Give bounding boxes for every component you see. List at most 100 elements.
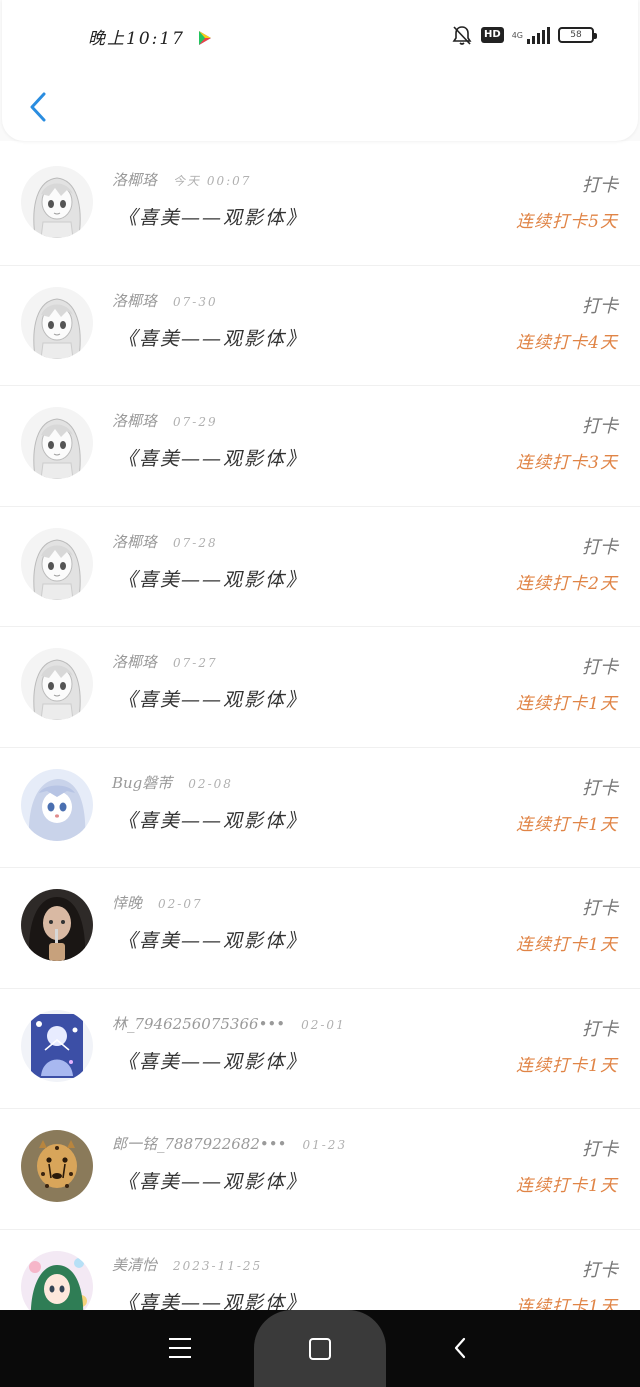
avatar-anime-green xyxy=(21,1250,93,1310)
author-name[interactable]: 洛椰珞 xyxy=(112,653,157,671)
author-line: 郎一铭_7887922682••• 01-23 xyxy=(112,1133,347,1154)
entry-title[interactable]: 《喜美——观影体》 xyxy=(118,685,307,712)
checkin-type-label: 打卡 xyxy=(582,536,618,558)
signal-icon xyxy=(527,26,550,44)
checkin-row[interactable]: 林_7946256075366••• 02-01 《喜美——观影体》 打卡连续打卡1天 xyxy=(0,989,640,1109)
avatar[interactable] xyxy=(21,286,93,359)
post-date: 07-28 xyxy=(173,535,218,550)
author-line: 悻晚 02-07 xyxy=(112,892,203,913)
checkin-type-label: 打卡 xyxy=(582,657,618,678)
avatar[interactable] xyxy=(21,648,93,720)
status-time: 晚上10:17 xyxy=(88,29,185,49)
checkin-row[interactable]: 洛椰珞 07-28 《喜美——观影体》 打卡连续打卡2天 xyxy=(0,507,640,627)
avatar[interactable] xyxy=(21,527,93,600)
author-name[interactable]: 洛椰珞 xyxy=(112,412,157,430)
checkin-row[interactable]: 郎一铭_7887922682••• 01-23 《喜美——观影体》 打卡连续打卡1天 xyxy=(0,1109,640,1230)
header-card: 晚上10:17 HD 4G 58 xyxy=(2,0,638,141)
author-line: 洛椰珞 今天 00:07 xyxy=(112,169,251,190)
battery-icon: 58 xyxy=(558,27,597,43)
avatar-sketch-girl xyxy=(21,286,93,359)
avatar[interactable] xyxy=(21,768,93,841)
author-name[interactable]: 美清怡 xyxy=(112,1256,157,1274)
menu-icon-line xyxy=(169,1356,191,1358)
network-label: 4G xyxy=(511,30,523,40)
streak-label: 连续打卡1天 xyxy=(516,935,618,955)
back-button[interactable] xyxy=(20,88,56,126)
author-name[interactable]: 洛椰珞 xyxy=(112,171,157,189)
post-date: 07-30 xyxy=(173,294,218,309)
checkin-type-label: 打卡 xyxy=(582,175,618,196)
avatar[interactable] xyxy=(21,1009,93,1082)
avatar[interactable] xyxy=(21,889,93,961)
checkin-row[interactable]: Bug磐芾 02-08 《喜美——观影体》 打卡 连续打卡1天 xyxy=(0,748,640,868)
author-line: 林_7946256075366••• 02-01 xyxy=(112,1013,346,1034)
avatar-anime-fantasy xyxy=(21,1009,93,1082)
streak-label: 连续打卡1天 xyxy=(516,814,618,835)
avatar-sketch-girl xyxy=(21,407,93,479)
checkin-type-label: 打卡 xyxy=(582,1259,618,1281)
post-date: 今天 00:07 xyxy=(173,174,252,188)
nav-back-button[interactable] xyxy=(440,1330,480,1366)
checkin-row[interactable]: 洛椰珞 07-30 《喜美——观影体》 打卡 连续打卡4天 xyxy=(0,266,640,386)
avatar[interactable] xyxy=(21,166,93,238)
menu-icon-line xyxy=(169,1338,191,1340)
streak-label: 连续打卡1天 xyxy=(516,1176,618,1196)
checkin-row[interactable]: 悻晚 02-07 《喜美——观影体》 打卡 连续打卡1天 xyxy=(0,868,640,989)
checkin-type-label: 打卡 xyxy=(582,777,618,799)
menu-button[interactable] xyxy=(160,1330,200,1366)
entry-title[interactable]: 《喜美——观影体》 xyxy=(118,203,307,230)
entry-title[interactable]: 《喜美——观影体》 xyxy=(118,806,307,833)
entry-title[interactable]: 《喜美——观影体》 xyxy=(118,1047,307,1074)
author-name[interactable]: 郎一铭_7887922682••• xyxy=(112,1135,286,1153)
streak-label: 连续打卡2天 xyxy=(516,573,618,594)
author-line: 美清怡 2023-11-25 xyxy=(112,1254,262,1275)
author-name[interactable]: Bug磐芾 xyxy=(112,774,172,792)
avatar[interactable] xyxy=(21,1250,93,1310)
avatar-sketch-girl xyxy=(21,648,93,720)
author-line: 洛椰珞 07-27 xyxy=(112,651,218,672)
author-name[interactable]: 林_7946256075366••• xyxy=(112,1015,285,1033)
checkin-type-label: 打卡 xyxy=(582,1139,618,1160)
home-button[interactable] xyxy=(254,1310,386,1387)
checkin-row[interactable]: 洛椰珞 07-29 《喜美——观影体》 打卡 连续打卡3天 xyxy=(0,386,640,507)
avatar[interactable] xyxy=(21,1130,93,1202)
entry-title[interactable]: 《喜美——观影体》 xyxy=(118,565,307,592)
chevron-left-icon xyxy=(30,92,46,122)
streak-label: 连续打卡3天 xyxy=(516,453,618,473)
checkin-list: 洛椰珞 今天 00:07 《喜美——观影体》 打卡 连续打卡5天 洛椰珞 07-30 《喜美—… xyxy=(0,145,640,1310)
entry-title[interactable]: 《喜美——观影体》 xyxy=(118,1288,307,1311)
checkin-type-label: 打卡 xyxy=(582,1018,618,1040)
streak-label: 连续打卡1天 xyxy=(516,1296,618,1311)
entry-title[interactable]: 《喜美——观影体》 xyxy=(118,926,307,953)
checkin-row[interactable]: 洛椰珞 今天 00:07 《喜美——观影体》 打卡连续打卡5天 xyxy=(0,145,640,266)
post-date: 07-29 xyxy=(173,415,218,429)
play-store-icon xyxy=(199,31,211,45)
checkin-row[interactable]: 洛椰珞 07-27 《喜美——观影体》 打卡连续打卡1天 xyxy=(0,627,640,748)
checkin-type-label: 打卡 xyxy=(582,295,618,317)
avatar[interactable] xyxy=(21,407,93,479)
avatar-photo-girl xyxy=(21,889,93,961)
entry-title[interactable]: 《喜美——观影体》 xyxy=(118,1167,307,1194)
avatar-sketch-girl xyxy=(21,527,93,600)
streak-label: 连续打卡1天 xyxy=(516,1055,618,1076)
entry-title[interactable]: 《喜美——观影体》 xyxy=(118,324,307,351)
entry-title[interactable]: 《喜美——观影体》 xyxy=(118,444,307,471)
avatar-sketch-girl xyxy=(21,166,93,238)
post-date: 01-23 xyxy=(302,1138,348,1152)
streak-label: 连续打卡1天 xyxy=(516,694,618,714)
header: 晚上10:17 HD 4G 58 xyxy=(0,0,640,141)
checkin-row[interactable]: 美清怡 2023-11-25 《喜美——观影体》 打卡连续打卡1天 xyxy=(0,1230,640,1311)
bell-off-icon xyxy=(452,26,472,45)
author-line: 洛椰珞 07-30 xyxy=(112,290,218,311)
author-line: 洛椰珞 07-29 xyxy=(112,410,218,431)
streak-label: 连续打卡5天 xyxy=(516,212,618,232)
author-name[interactable]: 悻晚 xyxy=(112,894,142,912)
avatar-anime-girl-blue xyxy=(21,768,93,841)
status-icons: HD 4G 58 xyxy=(451,24,597,46)
author-name[interactable]: 洛椰珞 xyxy=(112,533,157,551)
author-line: 洛椰珞 07-28 xyxy=(112,531,218,552)
author-name[interactable]: 洛椰珞 xyxy=(112,292,157,310)
system-nav-bar xyxy=(0,1310,640,1387)
post-date: 2023-11-25 xyxy=(173,1258,263,1273)
post-date: 02-07 xyxy=(158,897,203,911)
